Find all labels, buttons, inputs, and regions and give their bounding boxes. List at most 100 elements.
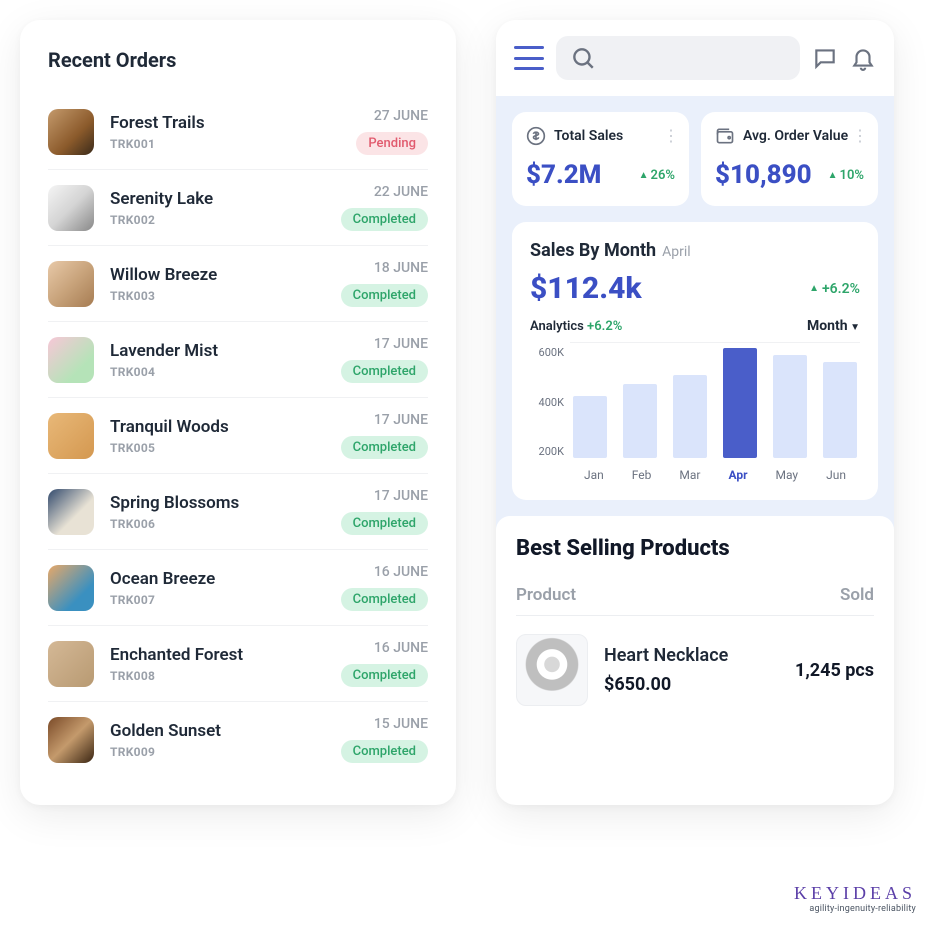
order-name: Tranquil Woods bbox=[110, 417, 341, 437]
order-code: TRK005 bbox=[110, 441, 341, 455]
status-badge: Completed bbox=[341, 284, 428, 307]
product-row[interactable]: Heart Necklace $650.00 1,245 pcs bbox=[516, 616, 874, 706]
order-row[interactable]: Forest Trails TRK001 27 JUNE Pending bbox=[48, 94, 428, 170]
chart-bar[interactable] bbox=[823, 362, 857, 458]
brand-name: KEYIDEAS bbox=[794, 883, 916, 904]
order-row[interactable]: Ocean Breeze TRK007 16 JUNE Completed bbox=[48, 550, 428, 626]
sales-chart: 600K400K200K JanFebMarAprMayJun bbox=[530, 342, 860, 482]
y-tick: 400K bbox=[530, 396, 564, 409]
order-date: 17 JUNE bbox=[374, 488, 428, 504]
order-row[interactable]: Spring Blossoms TRK006 17 JUNE Completed bbox=[48, 474, 428, 550]
order-name: Serenity Lake bbox=[110, 189, 341, 209]
total-sales-card[interactable]: Total Sales ⋮ $7.2M 26% bbox=[512, 112, 689, 206]
chart-bar[interactable] bbox=[573, 396, 607, 458]
recent-orders-title: Recent Orders bbox=[48, 48, 428, 72]
x-tick: Feb bbox=[632, 468, 652, 482]
search-input[interactable] bbox=[556, 36, 800, 80]
order-code: TRK002 bbox=[110, 213, 341, 227]
best-selling-card: Best Selling Products Product Sold Heart… bbox=[496, 516, 894, 720]
chart-bar[interactable] bbox=[773, 355, 807, 458]
order-code: TRK007 bbox=[110, 593, 341, 607]
order-code: TRK001 bbox=[110, 137, 356, 151]
status-badge: Completed bbox=[341, 208, 428, 231]
order-thumbnail bbox=[48, 489, 94, 535]
sales-delta: +6.2% bbox=[809, 281, 860, 297]
sales-title: Sales By Month April bbox=[530, 240, 860, 261]
sales-by-month-card: Sales By Month April $112.4k +6.2% Analy… bbox=[512, 222, 878, 500]
status-badge: Completed bbox=[341, 360, 428, 383]
order-code: TRK004 bbox=[110, 365, 341, 379]
menu-icon[interactable] bbox=[514, 46, 544, 70]
total-sales-delta: 26% bbox=[639, 168, 675, 183]
order-name: Willow Breeze bbox=[110, 265, 341, 285]
order-code: TRK009 bbox=[110, 745, 341, 759]
order-thumbnail bbox=[48, 337, 94, 383]
x-tick: Jan bbox=[584, 468, 604, 482]
avg-order-delta: 10% bbox=[828, 168, 864, 183]
order-thumbnail bbox=[48, 565, 94, 611]
order-date: 17 JUNE bbox=[374, 412, 428, 428]
wallet-icon bbox=[715, 126, 735, 146]
order-thumbnail bbox=[48, 641, 94, 687]
chart-bar[interactable] bbox=[673, 375, 707, 458]
more-icon[interactable]: ⋮ bbox=[852, 126, 868, 145]
order-row[interactable]: Lavender Mist TRK004 17 JUNE Completed bbox=[48, 322, 428, 398]
brand-tagline: agility-ingenuity-reliability bbox=[794, 904, 916, 914]
product-price: $650.00 bbox=[604, 674, 779, 695]
order-name: Enchanted Forest bbox=[110, 645, 341, 665]
bell-icon[interactable] bbox=[850, 45, 876, 71]
order-row[interactable]: Tranquil Woods TRK005 17 JUNE Completed bbox=[48, 398, 428, 474]
order-code: TRK003 bbox=[110, 289, 341, 303]
chart-bars bbox=[570, 342, 860, 458]
metrics-zone: Total Sales ⋮ $7.2M 26% Avg. Order Value… bbox=[496, 96, 894, 720]
x-tick: Jun bbox=[826, 468, 846, 482]
order-row[interactable]: Serenity Lake TRK002 22 JUNE Completed bbox=[48, 170, 428, 246]
order-code: TRK006 bbox=[110, 517, 341, 531]
branding: KEYIDEAS agility-ingenuity-reliability bbox=[794, 883, 916, 914]
status-badge: Completed bbox=[341, 512, 428, 535]
order-date: 15 JUNE bbox=[374, 716, 428, 732]
x-tick: Mar bbox=[679, 468, 700, 482]
status-badge: Completed bbox=[341, 664, 428, 687]
search-icon bbox=[570, 45, 596, 71]
order-code: TRK008 bbox=[110, 669, 341, 683]
status-badge: Completed bbox=[341, 740, 428, 763]
order-date: 16 JUNE bbox=[374, 564, 428, 580]
order-date: 18 JUNE bbox=[374, 260, 428, 276]
chart-x-axis: JanFebMarAprMayJun bbox=[570, 468, 860, 482]
best-selling-title: Best Selling Products bbox=[516, 536, 874, 561]
analytics-label: Analytics bbox=[530, 319, 584, 334]
order-thumbnail bbox=[48, 109, 94, 155]
topbar bbox=[496, 20, 894, 96]
order-date: 22 JUNE bbox=[374, 184, 428, 200]
product-image bbox=[516, 634, 588, 706]
more-icon[interactable]: ⋮ bbox=[663, 126, 679, 145]
order-row[interactable]: Golden Sunset TRK009 15 JUNE Completed bbox=[48, 702, 428, 777]
orders-list: Forest Trails TRK001 27 JUNE Pending Ser… bbox=[48, 94, 428, 777]
avg-order-value: $10,890 bbox=[715, 160, 812, 190]
x-tick: May bbox=[776, 468, 799, 482]
recent-orders-card: Recent Orders Forest Trails TRK001 27 JU… bbox=[20, 20, 456, 805]
sales-month: April bbox=[662, 244, 691, 260]
order-row[interactable]: Willow Breeze TRK003 18 JUNE Completed bbox=[48, 246, 428, 322]
chart-bar[interactable] bbox=[723, 348, 757, 458]
order-name: Ocean Breeze bbox=[110, 569, 341, 589]
dollar-icon bbox=[526, 126, 546, 146]
analytics-pct: +6.2% bbox=[587, 319, 622, 334]
status-badge: Completed bbox=[341, 588, 428, 611]
order-name: Forest Trails bbox=[110, 113, 356, 133]
col-product: Product bbox=[516, 585, 576, 605]
period-select[interactable]: Month bbox=[807, 318, 860, 334]
chart-y-axis: 600K400K200K bbox=[530, 342, 564, 482]
order-name: Spring Blossoms bbox=[110, 493, 341, 513]
avg-order-value-card[interactable]: Avg. Order Value ⋮ $10,890 10% bbox=[701, 112, 878, 206]
product-sold: 1,245 pcs bbox=[795, 660, 874, 681]
order-name: Lavender Mist bbox=[110, 341, 341, 361]
chart-bar[interactable] bbox=[623, 384, 657, 458]
order-thumbnail bbox=[48, 261, 94, 307]
sales-value: $112.4k bbox=[530, 271, 642, 306]
chat-icon[interactable] bbox=[812, 45, 838, 71]
y-tick: 200K bbox=[530, 445, 564, 458]
order-row[interactable]: Enchanted Forest TRK008 16 JUNE Complete… bbox=[48, 626, 428, 702]
order-thumbnail bbox=[48, 413, 94, 459]
